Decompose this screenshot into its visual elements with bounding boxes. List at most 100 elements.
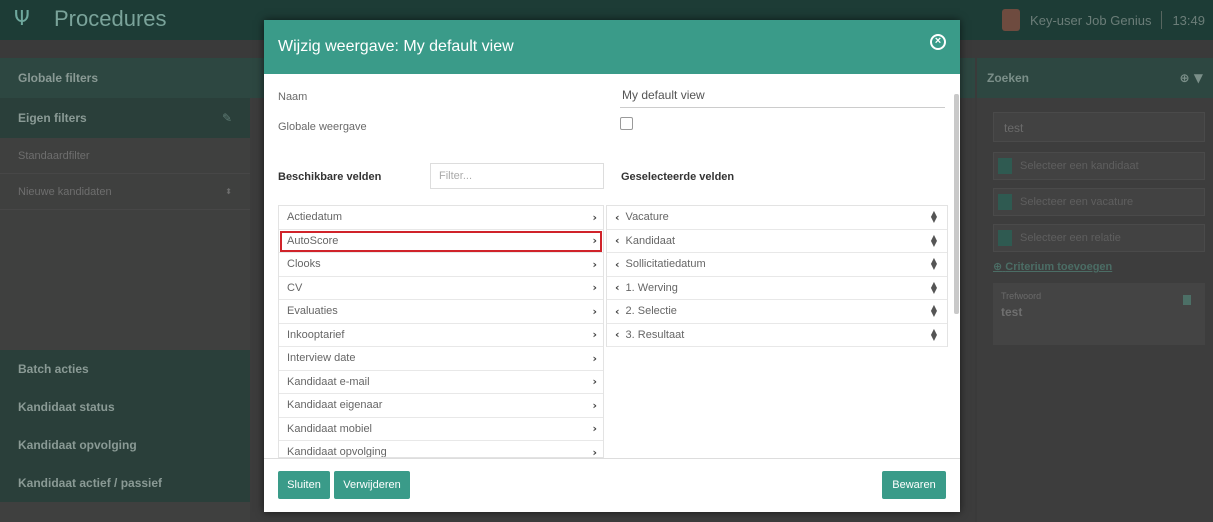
modal-title: Wijzig weergave: My default view [278,38,514,55]
bewaren-button[interactable]: Bewaren [882,471,946,499]
select-relatie[interactable]: Selecteer een relatie [993,224,1205,252]
app-title: Procedures [54,6,167,31]
sort-handle-icon[interactable]: ▲ ▼ [931,327,937,341]
chevron-right-icon[interactable]: › [592,422,597,435]
chevron-left-icon[interactable]: ‹ [615,305,620,318]
sort-handle-icon[interactable]: ▲ ▼ [931,210,937,224]
sort-handle-icon[interactable]: ▲ ▼ [931,233,937,247]
clock-time: 13:49 [1172,12,1205,28]
chevron-right-icon[interactable]: › [592,281,597,294]
chevron-right-icon[interactable]: › [592,258,597,271]
user-icon [998,158,1012,174]
field-item-inkooptarief[interactable]: Inkooptarief › [279,324,603,347]
field-label: Inkooptarief [287,328,345,341]
beschikbare-velden-title: Beschikbare velden [278,171,382,183]
field-item-interview-date[interactable]: Interview date › [279,347,603,371]
filter-input[interactable]: Filter... [430,163,604,189]
chevron-right-icon[interactable]: › [592,446,597,457]
field-item-kandidaat-email[interactable]: Kandidaat e-mail › [279,371,603,394]
trash-icon[interactable] [1183,295,1191,305]
chevron-right-icon[interactable]: › [592,211,597,224]
naam-input[interactable]: My default view [620,82,945,108]
field-label: 3. Resultaat [625,328,685,341]
briefcase-icon [998,194,1012,210]
naam-label: Naam [278,91,308,103]
avatar[interactable] [1002,9,1021,31]
filter-item-standaard[interactable]: Standaardfilter [0,138,250,174]
sort-handle-icon[interactable]: ▲ ▼ [931,280,937,294]
globale-filters-header[interactable]: Globale filters [0,58,250,98]
selected-item-kandidaat[interactable]: ‹ Kandidaat ▲ ▼ [607,230,947,253]
chevron-right-icon[interactable]: › [592,305,597,318]
user-name[interactable]: Key-user Job Genius [1030,13,1151,28]
globale-filters-label: Globale filters [18,71,99,85]
globale-weergave-label: Globale weergave [278,121,367,133]
chevron-right-icon[interactable]: › [592,399,597,412]
divider [1161,11,1163,29]
geselecteerde-velden-title: Geselecteerde velden [621,171,735,183]
field-label: Vacature [625,211,669,224]
selected-item-sollicitatiedatum[interactable]: ‹ Sollicitatiedatum ▲ ▼ [607,253,947,277]
modal-header: Wijzig weergave: My default view × [264,20,960,74]
section-label: Kandidaat actief / passief [18,476,163,490]
search-input[interactable]: test [993,112,1205,142]
search-panel-title: Zoeken [987,71,1030,85]
selected-item-resultaat[interactable]: ‹ 3. Resultaat ▲ ▼ [607,324,947,347]
chevron-left-icon[interactable]: ‹ [615,281,620,294]
select-kandidaat[interactable]: Selecteer een kandidaat [993,152,1205,180]
close-icon[interactable]: × [930,34,946,50]
globale-weergave-checkbox[interactable] [620,117,633,130]
chevron-left-icon[interactable]: ‹ [615,328,620,341]
selected-fields-list: ‹ Vacature ▲ ▼ ‹ Kandidaat ▲ ▼ ‹ Sollicitatieda… [606,205,948,347]
criterium-toevoegen-link[interactable]: ⊕ Criterium toevoegen [993,260,1197,273]
batch-acties-section[interactable]: Batch acties [0,350,250,388]
field-item-kandidaat-opvolging[interactable]: Kandidaat opvolging › [279,441,603,457]
field-item-autoscore[interactable]: AutoScore › [279,230,603,253]
add-filter-icon[interactable]: ⊕ ▼ [1180,71,1203,85]
eigen-filters-header[interactable]: Eigen filters ✎ [0,98,250,138]
field-item-kandidaat-eigenaar[interactable]: Kandidaat eigenaar › [279,394,603,418]
sort-handle-icon[interactable]: ▲ ▼ [931,304,937,318]
criterium-card: Trefwoord test [993,283,1205,345]
field-label: 2. Selectie [625,305,677,318]
selected-item-werving[interactable]: ‹ 1. Werving ▲ ▼ [607,277,947,300]
top-right-area: Key-user Job Genius 13:49 [1002,0,1213,40]
sluiten-button[interactable]: Sluiten [278,471,330,499]
app-logo-icon: Ψ [14,6,30,30]
chevron-right-icon[interactable]: › [592,234,597,247]
filter-item-nieuwe-kandidaten[interactable]: Nieuwe kandidaten ⬍ [0,174,250,210]
field-item-clooks[interactable]: Clooks › [279,253,603,277]
field-label: Kandidaat eigenaar [287,399,383,412]
section-label: Batch acties [18,362,89,376]
modal-scrollbar[interactable] [954,94,959,314]
edit-view-modal: Wijzig weergave: My default view × Naam … [264,20,960,512]
kandidaat-status-section[interactable]: Kandidaat status [0,388,250,426]
select-vacature[interactable]: Selecteer een vacature [993,188,1205,216]
selected-item-vacature[interactable]: ‹ Vacature ▲ ▼ [607,206,947,230]
chevron-right-icon[interactable]: › [592,328,597,341]
plus-circle-icon: ⊕ [993,260,1003,273]
field-label: Sollicitatiedatum [625,258,706,271]
field-label: Evaluaties [287,305,338,318]
chevron-right-icon[interactable]: › [592,375,597,388]
field-item-cv[interactable]: CV › [279,277,603,300]
field-item-evaluaties[interactable]: Evaluaties › [279,300,603,324]
eigen-filters-label: Eigen filters [18,111,87,125]
kandidaat-opvolging-section[interactable]: Kandidaat opvolging [0,426,250,464]
card-value: test [1001,305,1023,319]
sort-handle-icon[interactable]: ▲ ▼ [931,257,937,271]
chevron-left-icon[interactable]: ‹ [615,234,620,247]
pencil-icon[interactable]: ✎ [222,111,232,125]
chevron-right-icon[interactable]: › [592,352,597,365]
chevron-left-icon[interactable]: ‹ [615,211,620,224]
selected-item-selectie[interactable]: ‹ 2. Selectie ▲ ▼ [607,300,947,324]
field-label: Actiedatum [287,211,343,224]
field-item-kandidaat-mobiel[interactable]: Kandidaat mobiel › [279,418,603,441]
kandidaat-actief-section[interactable]: Kandidaat actief / passief [0,464,250,502]
field-item-actiedatum[interactable]: Actiedatum › [279,206,603,230]
available-fields-list: Actiedatum › AutoScore › Clooks › CV › Evalu… [278,205,604,458]
left-bottom-sections: Batch acties Kandidaat status Kandidaat … [0,350,250,502]
chevron-left-icon[interactable]: ‹ [615,258,620,271]
verwijderen-button[interactable]: Verwijderen [334,471,410,499]
select-label: Selecteer een vacature [1020,196,1134,208]
